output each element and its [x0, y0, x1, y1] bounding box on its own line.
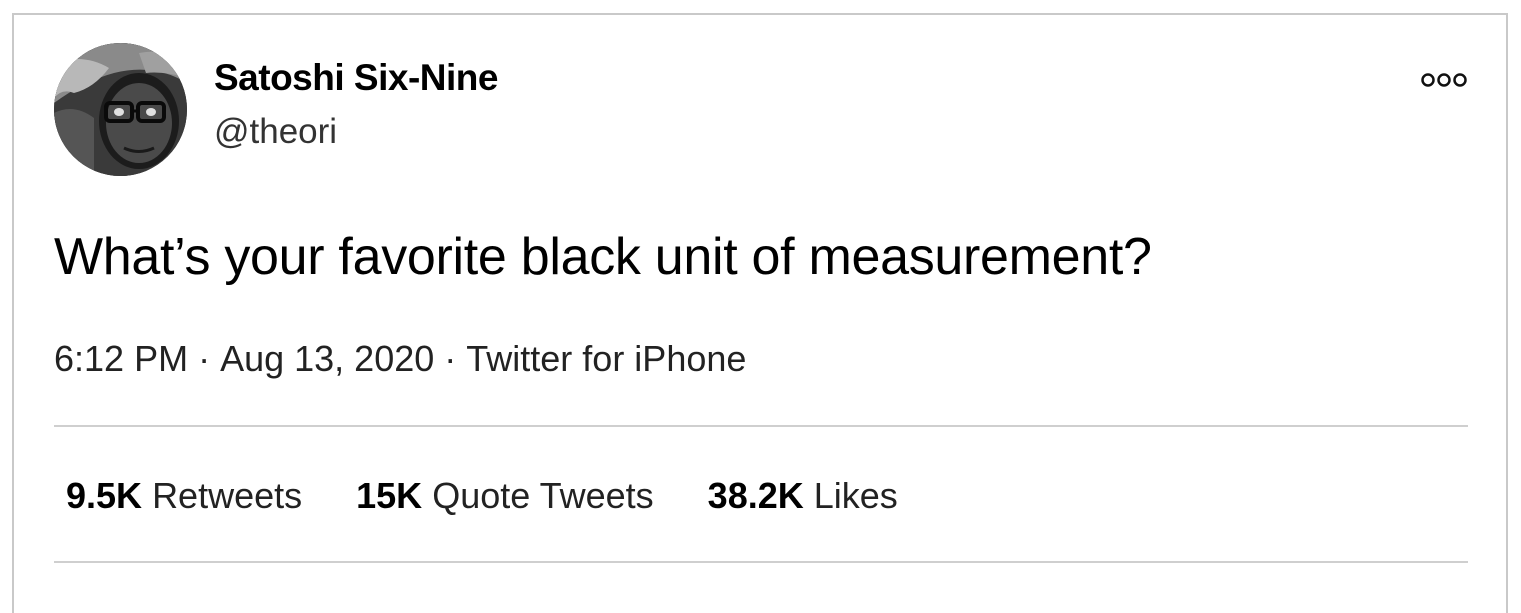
more-options-icon [1421, 73, 1467, 87]
meta-separator: · [444, 338, 457, 379]
retweets-count: 9.5K [66, 475, 143, 516]
avatar-photo [54, 43, 187, 176]
tweet-stats: 9.5K Retweets 15K Quote Tweets 38.2K Lik… [66, 475, 898, 517]
tweet-card: Satoshi Six-Nine @theori What’s your fav… [12, 13, 1508, 613]
author-handle[interactable]: @theori [214, 112, 337, 152]
tweet-text: What’s your favorite black unit of measu… [54, 228, 1152, 286]
divider [54, 561, 1468, 563]
tweet-meta: 6:12 PM · Aug 13, 2020 · Twitter for iPhone [54, 338, 746, 380]
divider [54, 425, 1468, 427]
likes-label: Likes [813, 475, 898, 516]
meta-separator: · [198, 338, 211, 379]
retweets-label: Retweets [152, 475, 303, 516]
avatar[interactable] [54, 43, 187, 176]
more-options-button[interactable] [1419, 67, 1469, 93]
tweet-time[interactable]: 6:12 PM [54, 338, 188, 379]
likes-count: 38.2K [707, 475, 804, 516]
quote-tweets-stat[interactable]: 15K Quote Tweets [356, 475, 654, 517]
quote-tweets-label: Quote Tweets [432, 475, 654, 516]
retweets-stat[interactable]: 9.5K Retweets [66, 475, 302, 517]
tweet-source[interactable]: Twitter for iPhone [466, 338, 746, 379]
tweet-date[interactable]: Aug 13, 2020 [220, 338, 434, 379]
author-display-name[interactable]: Satoshi Six-Nine [214, 57, 498, 99]
quote-tweets-count: 15K [356, 475, 423, 516]
likes-stat[interactable]: 38.2K Likes [708, 475, 898, 517]
